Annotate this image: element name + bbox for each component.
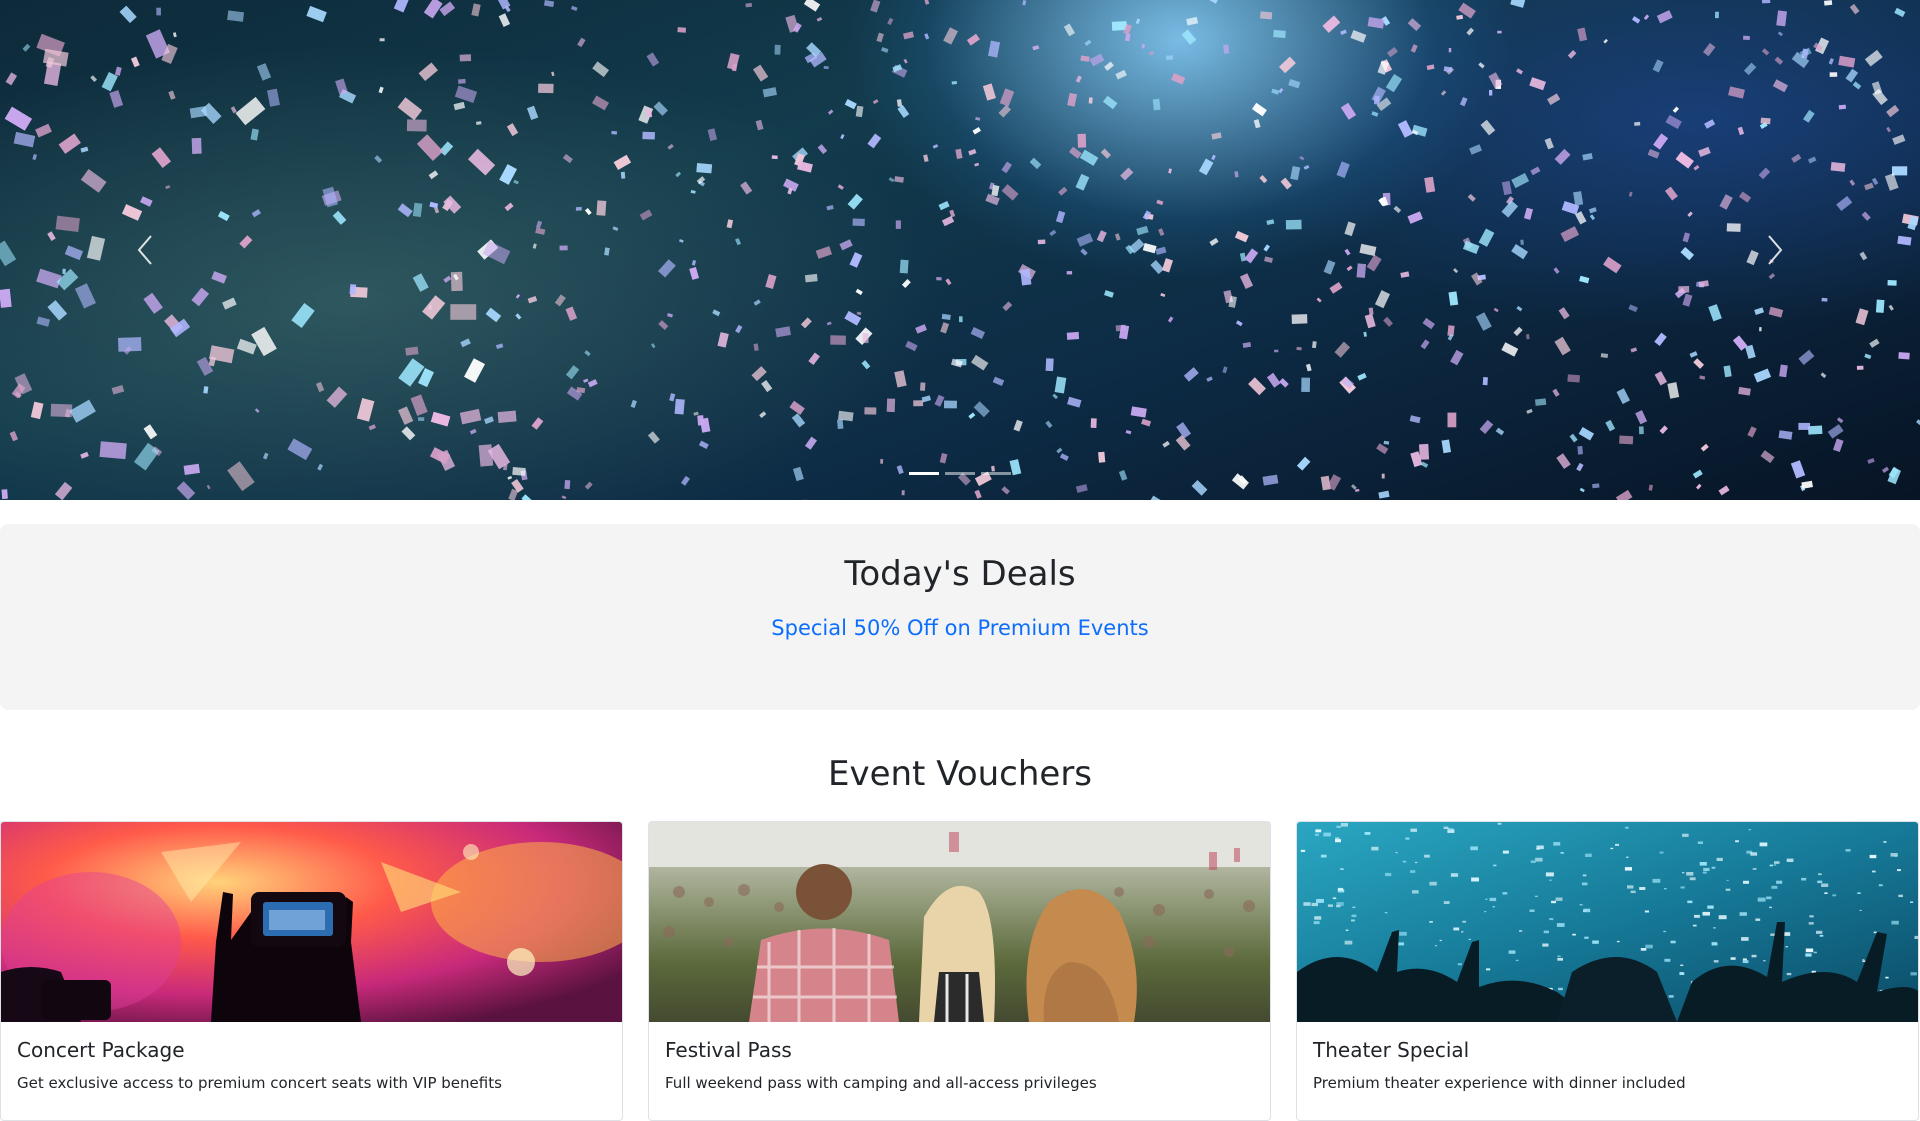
deals-subtitle: Special 50% Off on Premium Events xyxy=(0,616,1920,640)
card-description: Premium theater experience with dinner i… xyxy=(1313,1074,1902,1092)
confetti-hero-image xyxy=(0,0,1920,500)
concert-card-image xyxy=(1,822,622,1022)
carousel-indicator-2[interactable] xyxy=(945,472,975,475)
carousel-indicator-1[interactable] xyxy=(909,472,939,475)
voucher-card-theater[interactable]: Theater Special Premium theater experien… xyxy=(1296,821,1919,1121)
carousel-next-button[interactable] xyxy=(1755,220,1795,280)
festival-card-image xyxy=(649,822,1270,1022)
card-title: Concert Package xyxy=(17,1038,606,1062)
hero-carousel xyxy=(0,0,1920,500)
card-title: Festival Pass xyxy=(665,1038,1254,1062)
vouchers-section-title: Event Vouchers xyxy=(0,754,1920,794)
carousel-prev-button[interactable] xyxy=(125,220,165,280)
chevron-right-icon xyxy=(1765,234,1785,266)
card-description: Full weekend pass with camping and all-a… xyxy=(665,1074,1254,1092)
carousel-indicator-3[interactable] xyxy=(981,472,1011,475)
card-description: Get exclusive access to premium concert … xyxy=(17,1074,606,1092)
carousel-indicators xyxy=(0,472,1920,475)
chevron-left-icon xyxy=(135,234,155,266)
voucher-card-list: Concert Package Get exclusive access to … xyxy=(0,821,1920,1121)
deals-title: Today's Deals xyxy=(0,554,1920,594)
todays-deals-section: Today's Deals Special 50% Off on Premium… xyxy=(0,524,1920,710)
voucher-card-concert[interactable]: Concert Package Get exclusive access to … xyxy=(0,821,623,1121)
card-title: Theater Special xyxy=(1313,1038,1902,1062)
theater-card-image xyxy=(1297,822,1918,1022)
voucher-card-festival[interactable]: Festival Pass Full weekend pass with cam… xyxy=(648,821,1271,1121)
